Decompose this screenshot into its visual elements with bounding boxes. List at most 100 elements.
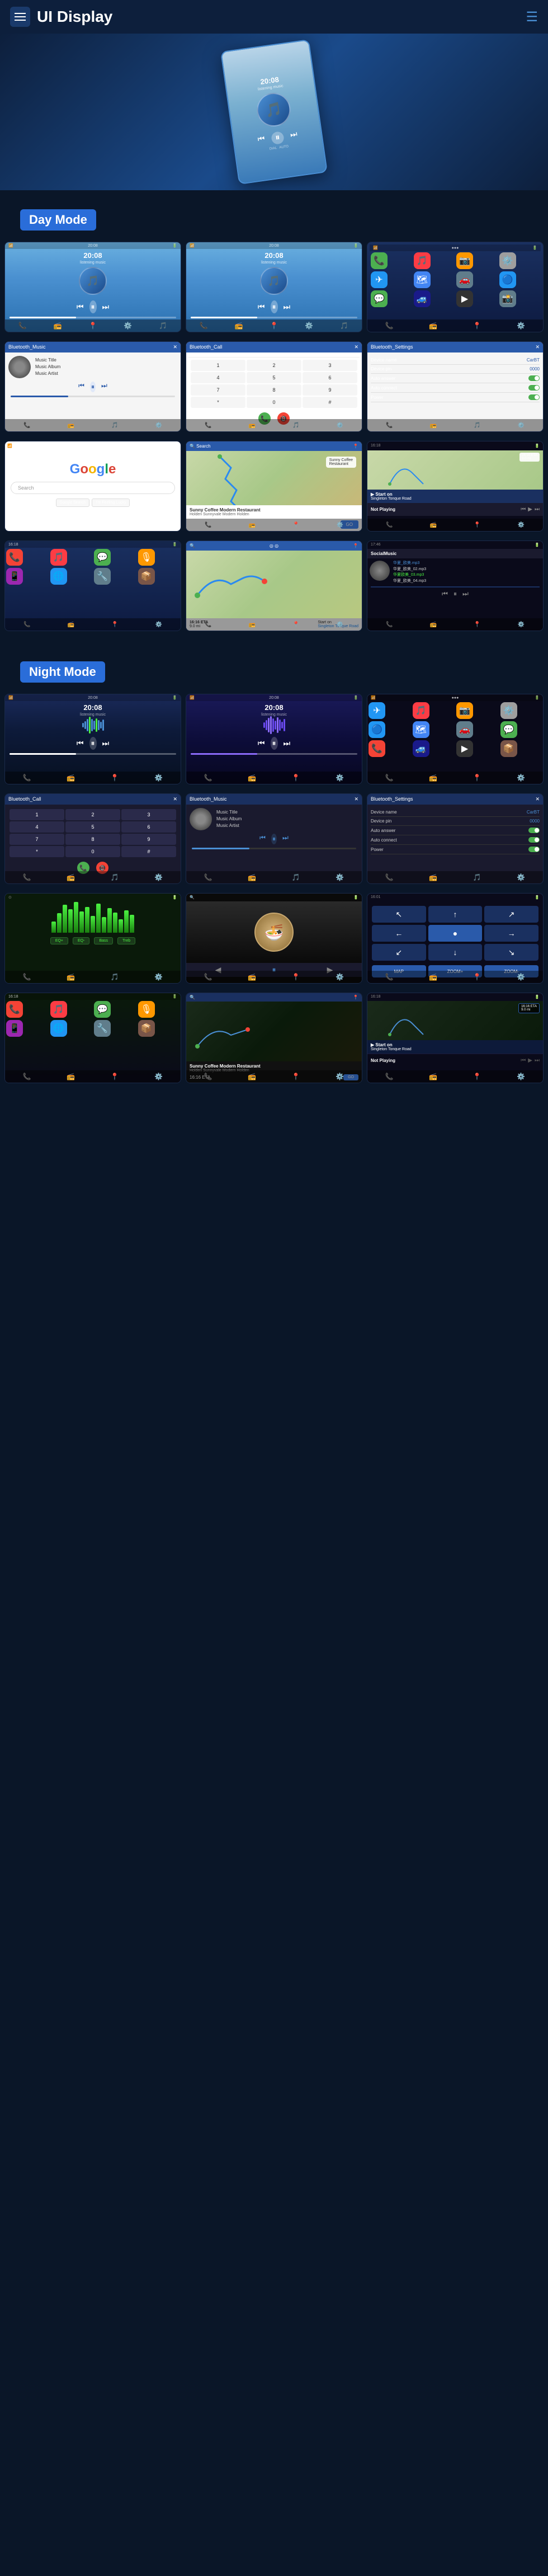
lucky-btn[interactable]: I'm Feeling Lucky: [92, 499, 130, 507]
bt-app-icon[interactable]: 🔵: [499, 271, 516, 288]
ios-app3-icon[interactable]: 🌐: [50, 568, 67, 585]
night-carplay-icon[interactable]: 🚙: [413, 740, 429, 757]
night-photo-screen: 🔍🔋 🍜 ◀ ⏸ ▶ 📞📻📍⚙️: [186, 893, 362, 984]
google-search-bar[interactable]: Search: [11, 482, 175, 494]
night-music-controls-1[interactable]: ⏮ ⏸ ⏭: [5, 734, 181, 753]
key-3[interactable]: 3: [303, 360, 357, 371]
ios-app4-icon[interactable]: 🔧: [94, 568, 111, 585]
key-4[interactable]: 4: [191, 372, 245, 383]
waze-app-icon[interactable]: 🚗: [456, 271, 473, 288]
night-bt-icon[interactable]: 🔵: [369, 721, 385, 738]
night-key-2[interactable]: 2: [65, 809, 120, 820]
key-star[interactable]: *: [191, 397, 245, 408]
key-2[interactable]: 2: [247, 360, 301, 371]
night-np-next[interactable]: ⏭: [535, 1057, 540, 1064]
night-ios-phone[interactable]: 📞: [6, 1001, 23, 1018]
hamburger-menu-icon[interactable]: [10, 7, 30, 27]
night-app-icon[interactable]: 📦: [500, 740, 517, 757]
nav-arrow-left[interactable]: ←: [372, 925, 426, 942]
night-ios-music[interactable]: 🎵: [50, 1001, 67, 1018]
night-yt-icon[interactable]: ▶: [456, 740, 473, 757]
night-key-7[interactable]: 7: [10, 834, 64, 845]
nav-arrow-up[interactable]: ↑: [428, 906, 483, 923]
key-0[interactable]: 0: [247, 397, 301, 408]
dock-night-bt-settings: 📞📻🎵⚙️: [367, 871, 543, 883]
night-maps-icon[interactable]: 🗺: [413, 721, 429, 738]
night-ios-app3[interactable]: 🔧: [94, 1020, 111, 1037]
eq-btn-1[interactable]: EQ+: [50, 937, 68, 944]
night-key-hash[interactable]: #: [121, 846, 176, 857]
eq-btn-4[interactable]: Treb: [117, 937, 135, 944]
eq-btn-3[interactable]: Bass: [94, 937, 113, 944]
carplay-app-icon[interactable]: 🚙: [414, 290, 431, 307]
phone-app-icon[interactable]: 📞: [371, 252, 388, 269]
night-np-prev[interactable]: ⏮: [521, 1057, 526, 1064]
night-telegram-icon[interactable]: ✈: [369, 702, 385, 719]
telegram-app-icon[interactable]: ✈: [371, 271, 388, 288]
night-np-screen: 16:18🔋 16:16 ETA 9.0 mi ▶ Start on Singl…: [367, 993, 543, 1083]
night-auto-connect-toggle[interactable]: [528, 837, 540, 843]
night-music-controls-2[interactable]: ⏮ ⏸ ⏭: [186, 734, 362, 753]
night-key-0[interactable]: 0: [65, 846, 120, 857]
ios-phone-icon[interactable]: 📞: [6, 549, 23, 566]
ios-app5-icon[interactable]: 📦: [138, 568, 155, 585]
auto-answer-toggle[interactable]: [528, 375, 540, 381]
key-1[interactable]: 1: [191, 360, 245, 371]
night-music-icon[interactable]: 🎵: [413, 702, 429, 719]
night-key-5[interactable]: 5: [65, 821, 120, 833]
eq-btn-2[interactable]: EQ-: [73, 937, 89, 944]
google-mini-screen: 📶 Google Search Google Search I'm Feelin…: [5, 441, 181, 531]
nav-arrow-center[interactable]: ●: [428, 925, 483, 942]
maps-app-icon[interactable]: 🗺: [414, 271, 431, 288]
night-key-3[interactable]: 3: [121, 809, 176, 820]
youtube-app-icon[interactable]: ▶: [456, 290, 473, 307]
ios-messages-icon[interactable]: 💬: [94, 549, 111, 566]
night-power-toggle[interactable]: [528, 847, 540, 852]
google-search-btn[interactable]: Google Search: [56, 499, 90, 507]
night-ios-messages[interactable]: 💬: [94, 1001, 111, 1018]
night-key-8[interactable]: 8: [65, 834, 120, 845]
ios-app2-icon[interactable]: 📱: [6, 568, 23, 585]
night-key-6[interactable]: 6: [121, 821, 176, 833]
music-controls-2[interactable]: ⏮ ⏸ ⏭: [186, 297, 362, 317]
power-toggle[interactable]: [528, 394, 540, 400]
nav-arrow-down[interactable]: ↓: [428, 944, 483, 961]
night-ios-app2[interactable]: 🌐: [50, 1020, 67, 1037]
key-hash[interactable]: #: [303, 397, 357, 408]
photos-app-icon[interactable]: 📷: [456, 252, 473, 269]
night-key-9[interactable]: 9: [121, 834, 176, 845]
night-np-play[interactable]: ▶: [528, 1057, 532, 1064]
music-controls-1[interactable]: ⏮ ⏸ ⏭: [5, 297, 181, 317]
night-key-1[interactable]: 1: [10, 809, 64, 820]
nav-arrow-bl[interactable]: ↙: [372, 944, 426, 961]
header-menu-icon[interactable]: ☰: [526, 9, 538, 25]
settings-app-icon[interactable]: ⚙️: [499, 252, 516, 269]
night-phone-icon[interactable]: 📞: [369, 740, 385, 757]
night-ios-app4[interactable]: 📦: [138, 1020, 155, 1037]
nav-arrow-br[interactable]: ↘: [484, 944, 538, 961]
night-photos-icon[interactable]: 📷: [456, 702, 473, 719]
key-5[interactable]: 5: [247, 372, 301, 383]
night-messages-icon[interactable]: 💬: [500, 721, 517, 738]
key-7[interactable]: 7: [191, 384, 245, 396]
night-waze-icon[interactable]: 🚗: [456, 721, 473, 738]
night-ios-podcast[interactable]: 🎙: [138, 1001, 155, 1018]
ios-music-icon[interactable]: 🎵: [50, 549, 67, 566]
nav-arrow-tl[interactable]: ↖: [372, 906, 426, 923]
key-8[interactable]: 8: [247, 384, 301, 396]
ios-podcast-icon[interactable]: 🎙: [138, 549, 155, 566]
night-key-4[interactable]: 4: [10, 821, 64, 833]
night-bt-music-screen: Bluetooth_Music ✕ Music Title Music Albu…: [186, 794, 362, 883]
nav-arrow-right[interactable]: →: [484, 925, 538, 942]
auto-connect-toggle[interactable]: [528, 385, 540, 391]
key-9[interactable]: 9: [303, 384, 357, 396]
night-auto-answer-toggle[interactable]: [528, 828, 540, 833]
messages-app-icon[interactable]: 💬: [371, 290, 388, 307]
nav-arrow-tr[interactable]: ↗: [484, 906, 538, 923]
key-6[interactable]: 6: [303, 372, 357, 383]
night-settings-icon[interactable]: ⚙️: [500, 702, 517, 719]
night-ios-app1[interactable]: 📱: [6, 1020, 23, 1037]
camera-app-icon[interactable]: 📸: [499, 290, 516, 307]
night-key-star[interactable]: *: [10, 846, 64, 857]
music-app-icon[interactable]: 🎵: [414, 252, 431, 269]
